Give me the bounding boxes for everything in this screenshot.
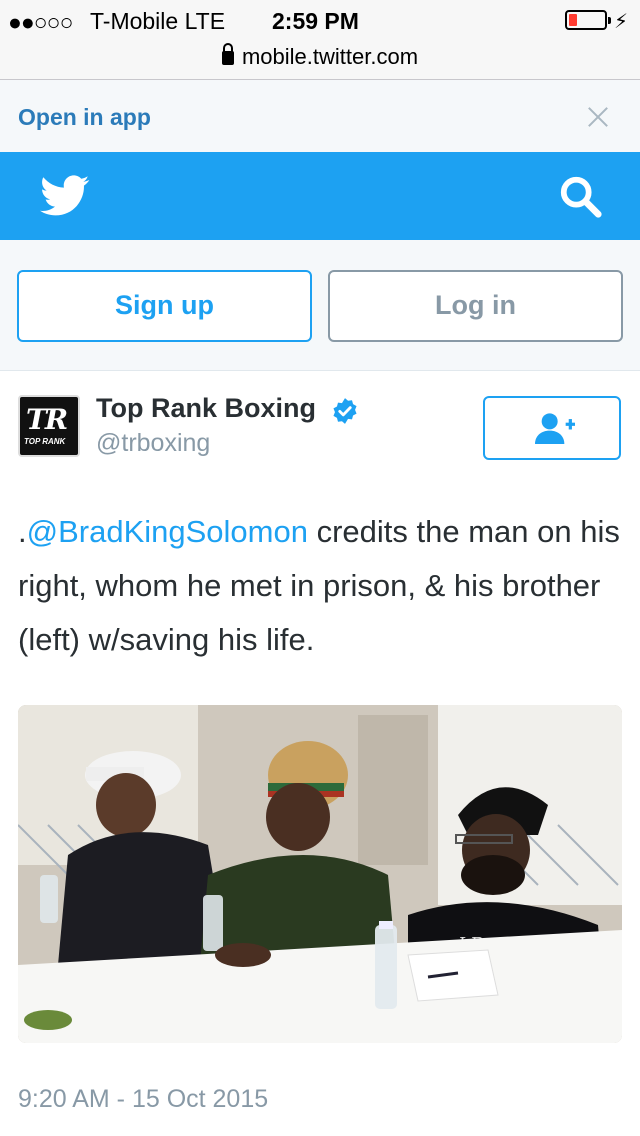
status-bar: ●●○○○ T-Mobile LTE 2:59 PM ⚡ bbox=[0, 0, 640, 40]
auth-section: Sign up Log in bbox=[0, 240, 640, 368]
avatar[interactable]: TR TOP RANK bbox=[18, 395, 80, 457]
url-bar[interactable]: mobile.twitter.com bbox=[0, 40, 640, 80]
photo-scene: LR bbox=[18, 705, 622, 1043]
open-in-app-link[interactable]: Open in app bbox=[18, 104, 151, 131]
url-display[interactable]: mobile.twitter.com bbox=[0, 43, 640, 70]
lock-icon bbox=[221, 43, 234, 65]
tweet-text-prefix: . bbox=[18, 514, 27, 549]
verified-badge-icon bbox=[333, 398, 357, 424]
log-in-button[interactable]: Log in bbox=[328, 270, 623, 342]
mention-link[interactable]: @BradKingSolomon bbox=[27, 514, 308, 549]
signal-strength: ●●○○○ bbox=[8, 9, 73, 35]
avatar-logo-subtext: TOP RANK bbox=[24, 437, 66, 446]
open-in-app-banner: Open in app bbox=[0, 80, 640, 152]
tweet-text: .@BradKingSolomon credits the man on his… bbox=[18, 505, 622, 667]
close-icon[interactable] bbox=[583, 102, 613, 132]
tweet-card: TR TOP RANK Top Rank Boxing @trboxing .@… bbox=[0, 370, 640, 1136]
follow-user-icon bbox=[535, 413, 575, 444]
author-name[interactable]: Top Rank Boxing bbox=[96, 393, 316, 424]
avatar-logo: TR bbox=[26, 403, 68, 436]
sign-up-button[interactable]: Sign up bbox=[17, 270, 312, 342]
tweet-photo[interactable]: LR bbox=[18, 705, 622, 1043]
charging-icon: ⚡ bbox=[614, 11, 629, 33]
author-handle[interactable]: @trboxing bbox=[96, 429, 210, 458]
url-text: mobile.twitter.com bbox=[241, 44, 419, 69]
carrier-label: T-Mobile LTE bbox=[90, 8, 226, 34]
clock: 2:59 PM bbox=[272, 8, 359, 34]
twitter-bird-icon[interactable] bbox=[40, 174, 90, 218]
follow-button[interactable] bbox=[483, 396, 621, 460]
app-header bbox=[0, 152, 640, 240]
tweet-timestamp[interactable]: 9:20 AM - 15 Oct 2015 bbox=[18, 1085, 268, 1114]
search-icon[interactable] bbox=[558, 174, 604, 220]
battery-icon bbox=[565, 10, 611, 30]
